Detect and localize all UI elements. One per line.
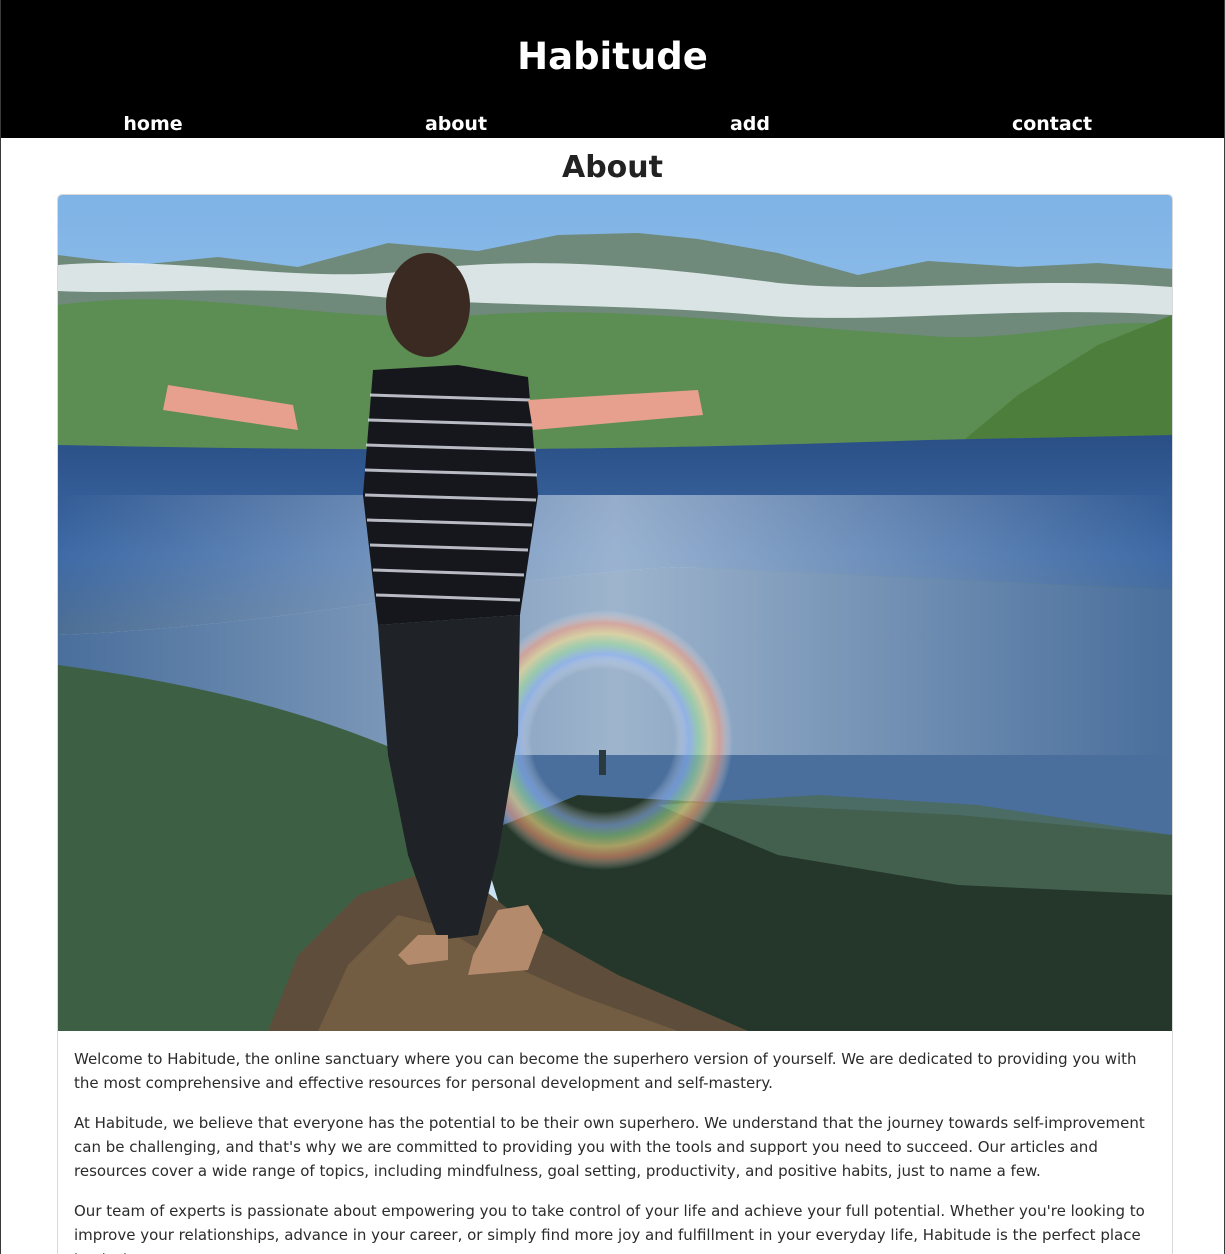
page: Habitude home about add contact About We… bbox=[0, 0, 1225, 1254]
about-card: Welcome to Habitude, the online sanctuar… bbox=[57, 194, 1173, 1254]
nav-link-about[interactable]: about bbox=[425, 110, 487, 138]
about-paragraph-1: Welcome to Habitude, the online sanctuar… bbox=[74, 1050, 1137, 1092]
page-title: About bbox=[561, 150, 663, 185]
main-nav: home about add contact bbox=[1, 110, 1224, 138]
site-header: Habitude home about add contact bbox=[1, 0, 1224, 138]
hero-image bbox=[58, 195, 1172, 1031]
about-paragraph-3: Our team of experts is passionate about … bbox=[74, 1202, 1145, 1254]
site-title[interactable]: Habitude bbox=[1, 34, 1224, 80]
nav-link-home[interactable]: home bbox=[123, 110, 182, 138]
nav-link-add[interactable]: add bbox=[730, 110, 770, 138]
nav-link-contact[interactable]: contact bbox=[1012, 110, 1092, 138]
card-body: Welcome to Habitude, the online sanctuar… bbox=[58, 1031, 1172, 1254]
about-paragraph-2: At Habitude, we believe that everyone ha… bbox=[74, 1114, 1145, 1180]
